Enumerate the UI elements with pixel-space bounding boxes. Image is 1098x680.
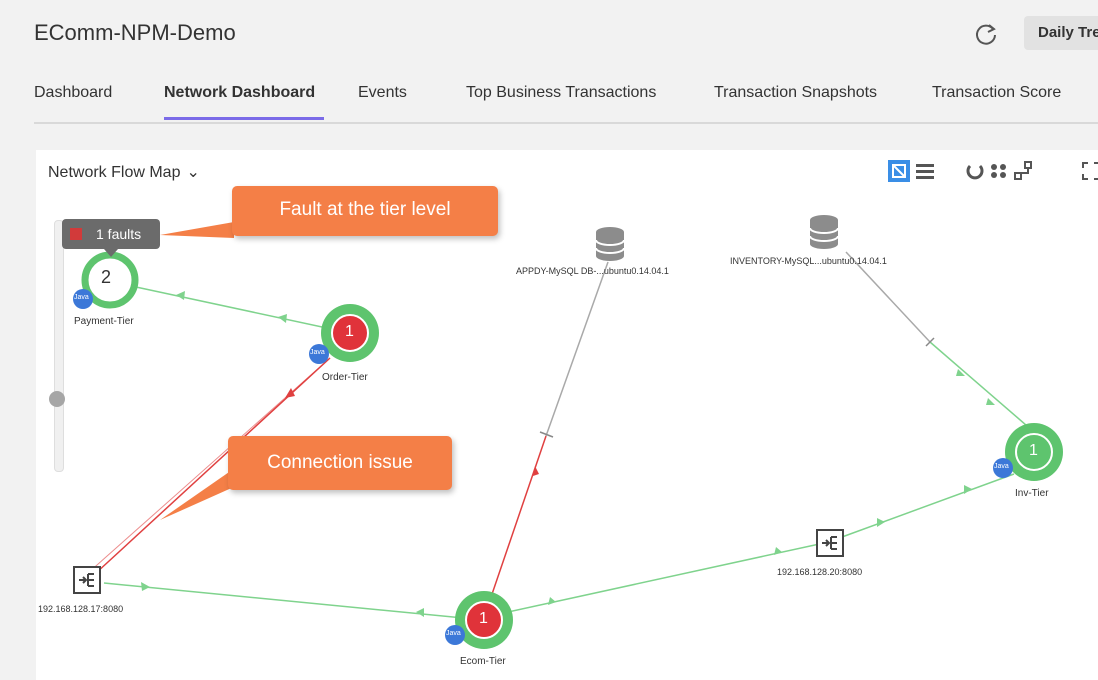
java-badge-inv-label: Java xyxy=(994,463,1009,470)
database-icon[interactable] xyxy=(809,215,839,249)
node-db1-label: APPDY-MySQL DB-...ubuntu0.14.04.1 xyxy=(516,266,669,276)
fault-indicator-icon xyxy=(70,228,82,240)
fault-callout: Fault at the tier level xyxy=(232,186,498,236)
link-ecom-to-ep1[interactable] xyxy=(103,582,485,621)
link-ep2-to-inv[interactable] xyxy=(841,473,1015,538)
database-icon[interactable] xyxy=(595,227,625,261)
node-payment-label: Payment-Tier xyxy=(74,316,134,327)
backend-endpoint-icon[interactable] xyxy=(816,529,844,557)
node-db2-label: INVENTORY-MySQL...ubuntu0.14.04.1 xyxy=(730,256,887,266)
node-order-count: 1 xyxy=(345,323,354,340)
node-ep2-label: 192.168.128.20:8080 xyxy=(777,567,863,577)
java-badge-ecom-label: Java xyxy=(446,630,461,637)
fault-callout-pointer xyxy=(160,222,234,238)
node-ecom-label: Ecom-Tier xyxy=(460,656,506,667)
network-flow-map xyxy=(73,215,1063,649)
connection-callout: Connection issue xyxy=(228,436,452,490)
java-badge-payment-label: Java xyxy=(74,294,89,301)
node-ep1-label: 192.168.128.17:8080 xyxy=(38,604,124,614)
link-ecom-to-ep2[interactable] xyxy=(507,542,825,613)
node-ecom-count: 1 xyxy=(479,610,488,627)
connection-callout-pointer xyxy=(160,470,236,520)
link-order-to-payment[interactable] xyxy=(135,286,351,334)
fault-badge-pointer xyxy=(104,249,118,257)
java-badge-order-label: Java xyxy=(310,349,325,356)
backend-endpoint-icon[interactable] xyxy=(73,566,101,594)
fault-badge[interactable]: 1 faults xyxy=(62,219,160,257)
node-payment-count: 2 xyxy=(101,267,112,287)
node-inv-label: Inv-Tier xyxy=(1015,488,1049,499)
node-order-label: Order-Tier xyxy=(322,372,368,383)
fault-count: 1 faults xyxy=(96,226,142,242)
node-inv-count: 1 xyxy=(1029,442,1038,459)
link-ecom-to-db1[interactable] xyxy=(489,261,609,601)
link-inv-to-db2[interactable] xyxy=(845,251,1035,433)
